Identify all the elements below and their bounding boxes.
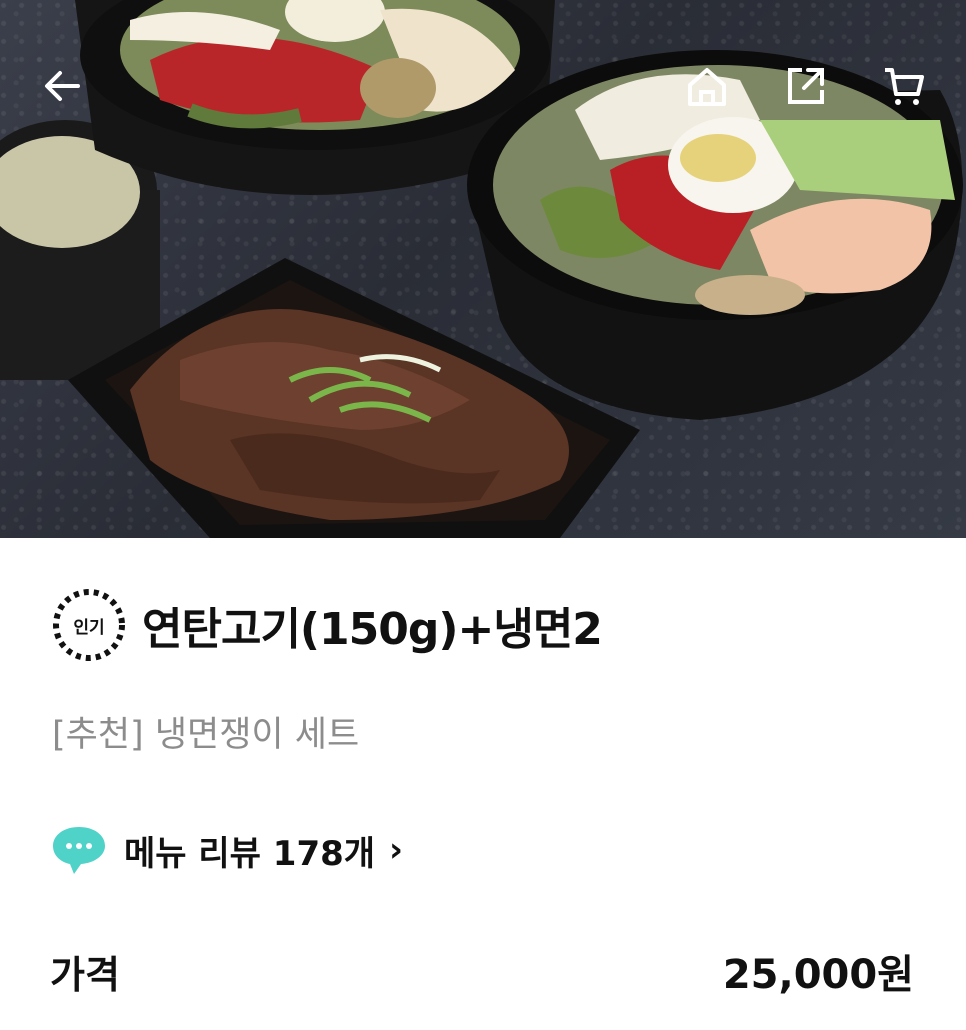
price-value: 25,000원 (722, 952, 914, 998)
menu-review-link[interactable]: 메뉴 리뷰 178개 › (50, 824, 403, 876)
menu-review-label: 메뉴 리뷰 178개 (124, 833, 376, 874)
price-row: 가격 25,000원 (50, 942, 914, 1000)
product-title-row: 인기 연탄고기(150g)+냉면2 (50, 586, 603, 664)
product-info: 인기 연탄고기(150g)+냉면2 [추천] 냉면쟁이 세트 메뉴 리뷰 178… (0, 538, 966, 1030)
product-subtitle: [추천] 냉면쟁이 세트 (52, 715, 360, 755)
speech-bubble-icon (53, 827, 105, 874)
popular-badge: 인기 (50, 586, 128, 664)
product-hero-image (0, 0, 966, 538)
chevron-right-icon: › (389, 830, 404, 870)
back-arrow-icon[interactable] (38, 62, 86, 110)
price-label: 가격 (50, 952, 120, 997)
home-icon[interactable] (683, 62, 731, 110)
popular-badge-label: 인기 (73, 617, 105, 638)
share-icon[interactable] (782, 62, 830, 110)
cart-icon[interactable] (880, 62, 928, 110)
product-title: 연탄고기(150g)+냉면2 (142, 604, 603, 655)
